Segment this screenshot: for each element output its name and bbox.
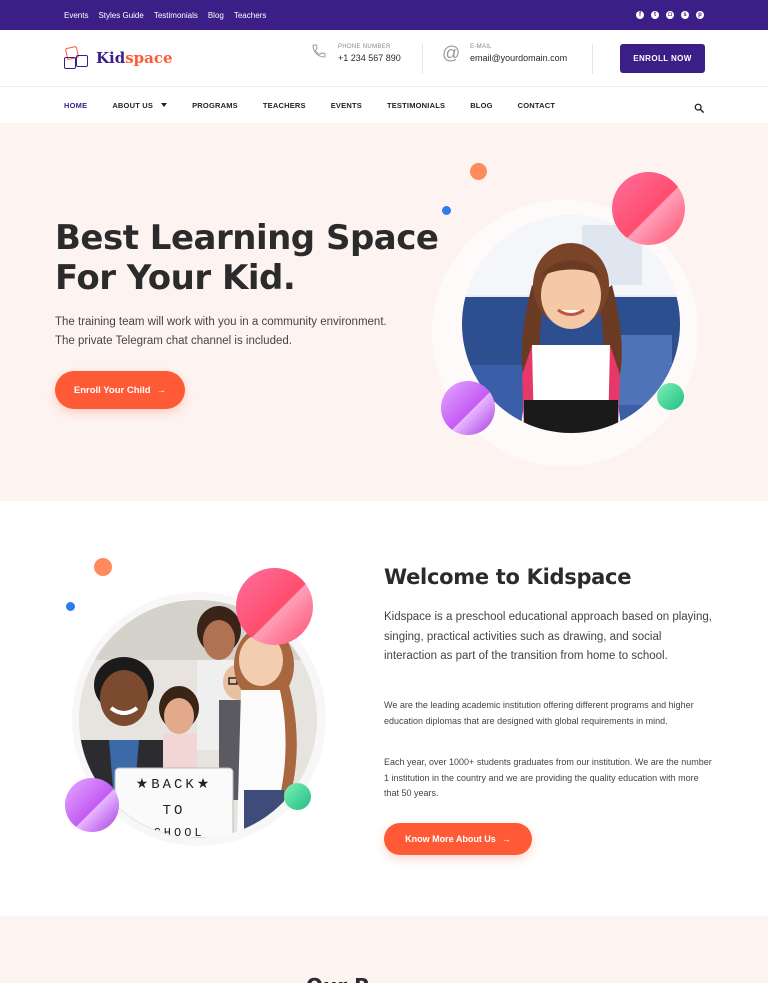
nav-home[interactable]: HOME <box>64 101 87 110</box>
at-icon: @ <box>442 43 461 63</box>
skype-icon[interactable]: s <box>681 11 689 19</box>
nav-about-us-label: ABOUT US <box>112 100 154 110</box>
logo-text-space: space <box>125 49 173 67</box>
about-paragraph-3: Each year, over 1000+ students graduates… <box>384 757 712 798</box>
hero-section: Best Learning Space For Your Kid. The tra… <box>0 123 768 501</box>
search-icon[interactable] <box>694 100 704 118</box>
hero-girl-photo <box>462 215 680 433</box>
main-nav: HOME ABOUT US PROGRAMS TEACHERS EVENTS T… <box>0 87 768 123</box>
divider <box>592 44 593 74</box>
nav-home-label: HOME <box>64 100 88 110</box>
logo[interactable]: Kidspace <box>64 45 173 71</box>
twitter-icon[interactable]: t <box>651 11 659 19</box>
email-contact[interactable]: @ E-MAIL email@yourdomain.com <box>442 43 567 64</box>
arrow-right-icon: → <box>156 384 167 396</box>
email-label: E-MAIL <box>470 44 492 50</box>
pink-ball <box>236 568 313 645</box>
top-link-events[interactable]: Events <box>64 11 88 20</box>
top-link-testimonials[interactable]: Testimonials <box>154 11 198 20</box>
phone-value: +1 234 567 890 <box>338 53 401 63</box>
email-value: email@yourdomain.com <box>470 53 568 63</box>
programs-section: Our P <box>0 916 768 983</box>
enroll-your-child-button[interactable]: Enroll Your Child → <box>55 371 185 409</box>
green-ball <box>657 383 684 410</box>
hero-title-line2: For Your Kid. <box>55 258 296 298</box>
divider <box>422 44 423 74</box>
about-title: Welcome to Kidspace <box>384 565 632 589</box>
top-link-blog[interactable]: Blog <box>208 11 224 20</box>
nav-events[interactable]: EVENTS <box>331 101 362 110</box>
orange-dot <box>94 558 112 576</box>
blue-dot <box>442 206 451 215</box>
hero-description: The training team will work with you in … <box>55 313 425 351</box>
know-more-button[interactable]: Know More About Us → <box>384 823 532 855</box>
social-links: f t ◘ s p <box>636 11 704 19</box>
hero-description-line1: The training team will work with you in … <box>55 316 387 328</box>
programs-heading: Our P <box>306 974 369 983</box>
purple-ball <box>441 381 495 435</box>
nav-contact-label: CONTACT <box>517 100 556 110</box>
nav-contact[interactable]: CONTACT <box>518 101 556 110</box>
logo-text: Kidspace <box>96 49 173 67</box>
pinterest-icon[interactable]: p <box>696 11 704 19</box>
about-lead: Kidspace is a preschool educational appr… <box>384 611 712 662</box>
about-paragraph-2: We are the leading academic institution … <box>384 700 694 726</box>
nav-teachers[interactable]: TEACHERS <box>263 101 306 110</box>
nav-testimonials[interactable]: TESTIMONIALS <box>387 101 445 110</box>
instagram-icon[interactable]: ◘ <box>666 11 674 19</box>
nav-programs[interactable]: PROGRAMS <box>192 101 238 110</box>
know-more-label: Know More About Us <box>405 834 496 844</box>
hero-title: Best Learning Space For Your Kid. <box>55 218 439 298</box>
orange-dot <box>470 163 487 180</box>
logo-text-kid: Kid <box>96 49 126 67</box>
facebook-icon[interactable]: f <box>636 11 644 19</box>
pink-ball <box>612 172 685 245</box>
svg-text:TO: TO <box>163 803 186 819</box>
phone-contact[interactable]: PHONE NUMBER +1 234 567 890 <box>310 43 401 64</box>
svg-text:★BACK★: ★BACK★ <box>136 777 213 793</box>
chevron-down-icon <box>161 103 168 107</box>
top-bar: Events Styles Guide Testimonials Blog Te… <box>0 0 768 30</box>
site-header: Kidspace PHONE NUMBER +1 234 567 890 @ E… <box>0 30 768 87</box>
top-link-styles-guide[interactable]: Styles Guide <box>98 11 143 20</box>
enroll-now-button[interactable]: ENROLL NOW <box>620 44 705 73</box>
enroll-your-child-label: Enroll Your Child <box>73 384 151 396</box>
top-links: Events Styles Guide Testimonials Blog Te… <box>64 11 266 20</box>
hero-description-line2: The private Telegram chat channel is inc… <box>55 335 292 347</box>
nav-testimonials-label: TESTIMONIALS <box>386 100 446 110</box>
blue-dot <box>66 602 75 611</box>
purple-ball <box>65 778 119 832</box>
nav-events-label: EVENTS <box>330 100 362 110</box>
about-section: ★BACK★ TO SCHOOL Welcome to Kidspace Kid… <box>0 501 768 916</box>
nav-about-us[interactable]: ABOUT US <box>112 100 168 110</box>
nav-blog[interactable]: BLOG <box>470 101 492 110</box>
arrow-right-icon: → <box>501 834 511 844</box>
phone-label: PHONE NUMBER <box>338 44 391 50</box>
nav-teachers-label: TEACHERS <box>262 100 306 110</box>
nav-blog-label: BLOG <box>470 100 493 110</box>
hero-title-line1: Best Learning Space <box>55 218 439 258</box>
phone-icon <box>310 43 328 64</box>
green-ball <box>284 783 311 810</box>
top-link-teachers[interactable]: Teachers <box>234 11 266 20</box>
nav-programs-label: PROGRAMS <box>192 100 238 110</box>
logo-blocks-icon <box>64 45 92 71</box>
